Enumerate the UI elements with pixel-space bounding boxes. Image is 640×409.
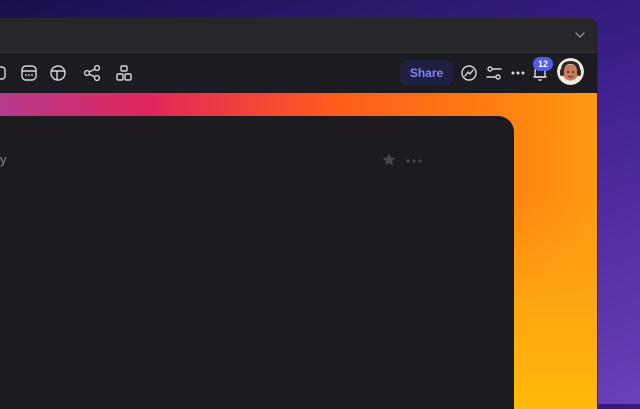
star-icon[interactable] bbox=[381, 152, 397, 168]
share-button[interactable]: Share bbox=[400, 60, 453, 86]
canvas-background: y bbox=[0, 93, 597, 409]
card-more-icon[interactable] bbox=[405, 154, 423, 166]
layout-icon[interactable] bbox=[48, 63, 68, 83]
settings-sliders-icon[interactable] bbox=[484, 63, 504, 83]
title-bar bbox=[0, 19, 597, 53]
app-window: Share 12 y bbox=[0, 18, 598, 409]
avatar[interactable] bbox=[557, 58, 584, 85]
chevron-down-icon[interactable] bbox=[573, 28, 587, 42]
frame-icon[interactable] bbox=[0, 63, 8, 83]
share-nodes-icon[interactable] bbox=[82, 63, 102, 83]
content-card: y bbox=[0, 116, 514, 409]
components-icon[interactable] bbox=[114, 63, 134, 83]
chart-icon[interactable] bbox=[459, 63, 479, 83]
notification-badge: 12 bbox=[533, 57, 553, 71]
toolbar: Share 12 bbox=[0, 53, 597, 93]
more-icon[interactable] bbox=[508, 63, 528, 83]
card-title: y bbox=[0, 152, 7, 167]
calendar-icon[interactable] bbox=[19, 63, 39, 83]
